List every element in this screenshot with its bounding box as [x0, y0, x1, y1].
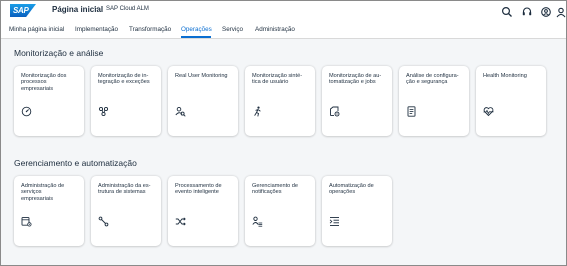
active-tab-indicator — [181, 36, 211, 38]
tile-monitorizacao-integracao[interactable]: Monitorização de in- tegração e exceções — [91, 66, 161, 136]
tile-title: Monitorização de in- tegração e exceções — [98, 73, 150, 86]
tile-title: Monitorização dos processos empresariais — [21, 73, 67, 92]
app-frame: SAP Página inicial ⌵ SAP Cloud ALM Minha… — [0, 0, 567, 266]
chevron-down-icon[interactable]: ⌵ — [94, 5, 99, 12]
tab-administracao[interactable]: Administração — [255, 26, 295, 33]
network-icon — [98, 216, 109, 227]
person-list-icon — [252, 216, 263, 227]
tile-gerenciamento-notificacoes[interactable]: Gerenciamento de notificações — [245, 176, 315, 246]
tile-title: Administração de serviços empresariais — [21, 183, 65, 202]
tile-real-user-monitoring[interactable]: Real User Monitoring — [168, 66, 238, 136]
tile-health-monitoring[interactable]: Health Monitoring — [476, 66, 546, 136]
tile-monitorizacao-processos[interactable]: Monitorização dos processos empresariais — [14, 66, 84, 136]
user-search-icon — [175, 106, 186, 117]
tile-title: Automatização de operações — [329, 183, 374, 196]
tile-administracao-estrutura-sistemas[interactable]: Administração da es- trutura de sistemas — [91, 176, 161, 246]
checklist-icon — [406, 106, 417, 117]
running-person-icon — [252, 106, 263, 117]
tile-title: Processamento de evento inteligente — [175, 183, 222, 196]
job-automation-icon — [329, 106, 340, 117]
search-icon[interactable] — [501, 5, 513, 17]
app-subtitle: SAP Cloud ALM — [106, 6, 149, 12]
tile-title: Monitorização sinté- tica de usuário — [252, 73, 303, 86]
shuffle-icon — [175, 216, 186, 227]
tile-analise-configuracao-seguranca[interactable]: Análise de configura- ção e segurança — [399, 66, 469, 136]
tile-title: Monitorização de au- tomatização e jobs — [329, 73, 382, 86]
heart-pulse-icon — [483, 106, 494, 117]
gauge-icon — [21, 106, 32, 117]
section-title-gerenciamento: Gerenciamento e automatização — [14, 158, 137, 168]
tab-bar: Minha página inicial Implementação Trans… — [1, 21, 566, 39]
sap-logo[interactable]: SAP — [10, 4, 36, 17]
tile-title: Health Monitoring — [483, 73, 527, 79]
tile-title: Gerenciamento de notificações — [252, 183, 299, 196]
tile-processamento-evento[interactable]: Processamento de evento inteligente — [168, 176, 238, 246]
tab-minha-pagina-inicial[interactable]: Minha página inicial — [9, 26, 64, 33]
indent-list-icon — [329, 216, 340, 227]
tile-title: Real User Monitoring — [175, 73, 228, 79]
user-avatar-icon[interactable] — [555, 5, 566, 18]
tile-monitorizacao-sintetica[interactable]: Monitorização sinté- tica de usuário — [245, 66, 315, 136]
user-settings-icon[interactable] — [540, 5, 552, 17]
tile-title: Administração da es- trutura de sistemas — [98, 183, 151, 196]
tab-operacoes[interactable]: Operações — [181, 26, 212, 33]
calendar-settings-icon — [21, 216, 32, 227]
integration-icon — [98, 106, 109, 117]
shell-bar: SAP Página inicial ⌵ SAP Cloud ALM — [1, 1, 566, 21]
tile-monitorizacao-automatizacao-jobs[interactable]: Monitorização de au- tomatização e jobs — [322, 66, 392, 136]
tab-transformacao[interactable]: Transformação — [129, 26, 171, 33]
tile-administracao-servicos[interactable]: Administração de serviços empresariais — [14, 176, 84, 246]
section-title-monitorizacao: Monitorização e análise — [14, 48, 104, 58]
tab-implementacao[interactable]: Implementação — [75, 26, 118, 33]
tile-automatizacao-operacoes[interactable]: Automatização de operações — [322, 176, 392, 246]
headset-icon[interactable] — [521, 5, 533, 17]
tab-servico[interactable]: Serviço — [222, 26, 243, 33]
tile-title: Análise de configura- ção e segurança — [406, 73, 459, 86]
